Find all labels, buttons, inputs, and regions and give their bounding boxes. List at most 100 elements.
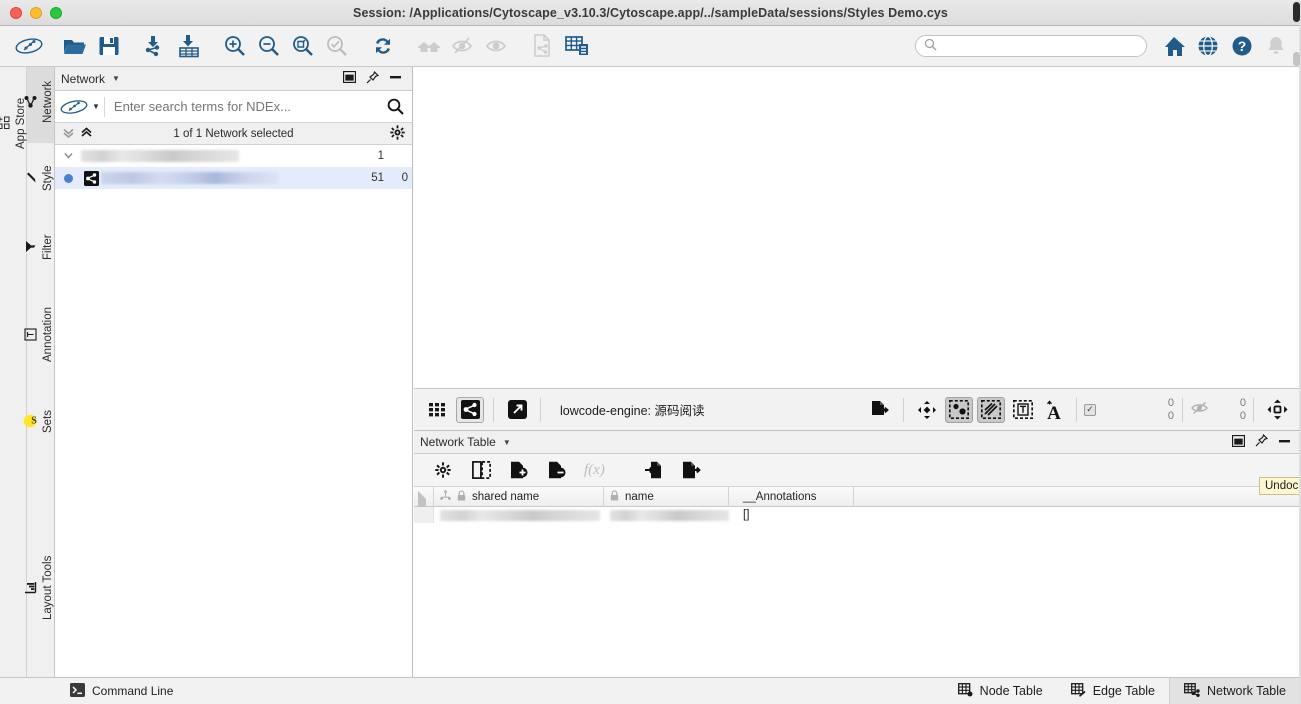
refresh-icon[interactable]	[366, 29, 400, 63]
pin-table-icon[interactable]	[1255, 433, 1269, 450]
zoom-in-icon[interactable]	[218, 29, 252, 63]
create-column-icon[interactable]	[504, 457, 534, 483]
hide-all-icon[interactable]	[412, 29, 446, 63]
column-header-label: name	[625, 490, 654, 503]
fit-network-icon[interactable]	[286, 29, 320, 63]
export-table-icon[interactable]	[677, 457, 707, 483]
minimize-panel-icon[interactable]	[389, 71, 402, 86]
pin-panel-icon[interactable]	[366, 70, 380, 87]
zoom-window-button[interactable]	[50, 7, 62, 19]
shared-name-cell[interactable]	[434, 507, 604, 523]
network-name-redacted	[101, 172, 279, 184]
edge-count: 0	[401, 172, 408, 184]
show-selected-icon[interactable]	[480, 29, 514, 63]
network-view-icon[interactable]	[456, 396, 484, 423]
app-store-column: App Store	[0, 67, 27, 677]
minimize-table-icon[interactable]	[1278, 435, 1291, 450]
float-table-icon[interactable]	[1231, 434, 1246, 450]
annotations-cell[interactable]: []	[729, 507, 854, 523]
import-table-icon[interactable]	[172, 29, 206, 63]
network-tree[interactable]: 1 51 0	[55, 145, 412, 677]
sidebar-item-app-store[interactable]: App Store	[0, 71, 27, 181]
grid-view-icon[interactable]	[424, 397, 452, 423]
zoom-out-icon[interactable]	[252, 29, 286, 63]
main-toolbar: ?	[0, 26, 1301, 67]
selection-counts: 0 0 0 0	[1148, 397, 1246, 423]
chevron-down-icon[interactable]: ▼	[112, 74, 120, 83]
select-edges-icon[interactable]	[977, 396, 1005, 423]
table-panel: Network Table ▼ Undock f(x) shared name …	[414, 431, 1301, 677]
toggle-columns-icon[interactable]	[466, 457, 496, 483]
tab-label: Node Table	[979, 684, 1043, 698]
command-line-button[interactable]: Command Line	[58, 678, 185, 704]
network-selection-bar: 1 of 1 Network selected	[55, 123, 412, 145]
save-session-icon[interactable]	[92, 29, 126, 63]
table-mode-tabs: Node Table Edge Table Network Table	[944, 677, 1301, 704]
sidebar-item-label: Network	[42, 80, 54, 124]
select-annotations-icon[interactable]	[1009, 397, 1037, 423]
ndex-logo-icon[interactable]	[55, 98, 95, 116]
search-box[interactable]	[915, 35, 1147, 57]
new-network-from-selection-icon[interactable]	[526, 29, 560, 63]
sidebar-item-style[interactable]: Style	[27, 151, 54, 211]
collapse-all-icon[interactable]	[62, 126, 75, 142]
sidebar-item-filter[interactable]: Filter	[26, 219, 54, 281]
edge-table-icon	[1070, 682, 1086, 700]
destroy-network-icon[interactable]	[560, 29, 594, 63]
tab-node-table[interactable]: Node Table	[944, 678, 1057, 704]
expand-all-icon[interactable]	[80, 126, 93, 142]
name-column-header[interactable]: name	[604, 486, 729, 507]
function-builder-icon[interactable]: f(x)	[584, 462, 605, 479]
scrollbar-thumb[interactable]	[1293, 52, 1300, 66]
table-corner-cell[interactable]	[414, 486, 434, 507]
sets-s-icon: S	[23, 414, 37, 428]
name-cell[interactable]	[604, 507, 729, 523]
table-row[interactable]: []	[414, 507, 1301, 523]
column-header-label: shared name	[472, 490, 540, 503]
network-status-dot	[55, 173, 81, 183]
table-settings-gear-icon[interactable]	[428, 457, 458, 483]
search-input[interactable]	[942, 39, 1138, 53]
tab-edge-table[interactable]: Edge Table	[1057, 678, 1169, 704]
sidebar-item-sets[interactable]: Sets S	[23, 397, 54, 451]
import-network-icon[interactable]	[138, 29, 172, 63]
delete-column-icon[interactable]	[542, 457, 572, 483]
sidebar-item-annotation[interactable]: Annotation	[24, 289, 54, 387]
help-icon[interactable]: ?	[1225, 29, 1259, 63]
ndex-search-input[interactable]	[104, 99, 378, 114]
shared-name-column-header[interactable]: shared name	[434, 486, 604, 507]
select-nodes-icon[interactable]	[945, 396, 973, 423]
home-icon[interactable]	[1157, 29, 1191, 63]
chevron-down-icon[interactable]: ▼	[503, 438, 511, 447]
node-labels-icon[interactable]: A	[1041, 397, 1067, 423]
sidebar-item-network[interactable]: Network	[24, 67, 54, 143]
export-image-icon[interactable]	[866, 397, 894, 423]
ndex-dropdown-icon[interactable]: ▼	[92, 102, 100, 111]
table-row[interactable]: 51 0	[55, 167, 412, 189]
network-view-canvas[interactable]	[414, 67, 1301, 389]
ndex-search-icon[interactable]	[378, 98, 412, 115]
tab-network-table[interactable]: Network Table	[1169, 677, 1301, 704]
sidebar-item-layout-tools[interactable]: Layout Tools	[25, 537, 54, 645]
fit-selected-icon[interactable]	[320, 29, 354, 63]
minimize-window-button[interactable]	[30, 7, 42, 19]
annotations-column-header[interactable]: __Annotations	[729, 486, 854, 507]
open-session-icon[interactable]	[58, 29, 92, 63]
globe-icon[interactable]	[1191, 29, 1225, 63]
fit-content-icon[interactable]	[1263, 397, 1291, 423]
expand-row-icon[interactable]	[55, 151, 81, 161]
cytoscape-logo-icon[interactable]	[12, 29, 46, 63]
float-panel-icon[interactable]	[342, 70, 357, 86]
notification-bell-icon[interactable]	[1259, 29, 1293, 63]
show-hidden-checkbox[interactable]: ✓	[1084, 403, 1096, 416]
hide-selected-icon[interactable]	[446, 29, 480, 63]
import-table-icon[interactable]	[639, 457, 669, 483]
scrollbar-thumb[interactable]	[1293, 2, 1300, 22]
node-count: 1	[377, 150, 384, 162]
table-row[interactable]: 1	[55, 145, 412, 167]
apply-layout-icon[interactable]	[913, 397, 941, 423]
network-settings-gear-icon[interactable]	[390, 124, 405, 143]
window-title: Session: /Applications/Cytoscape_v3.10.3…	[353, 5, 948, 20]
close-window-button[interactable]	[10, 7, 22, 19]
detach-view-icon[interactable]	[503, 397, 531, 423]
